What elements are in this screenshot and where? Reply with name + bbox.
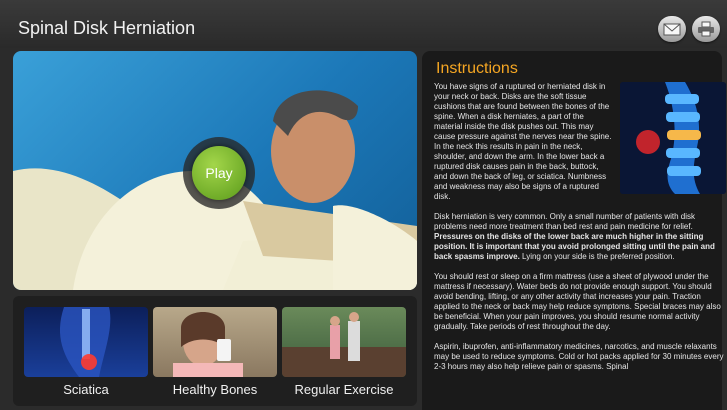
instructions-paragraph-4: Aspirin, ibuprofen, anti-inflammatory me… — [434, 342, 724, 371]
instructions-heading: Instructions — [436, 60, 518, 77]
mail-icon[interactable] — [658, 16, 686, 42]
instructions-panel: Instructions You have signs of a rupture… — [422, 51, 726, 410]
thumb-sciatica[interactable] — [24, 307, 148, 377]
instructions-paragraph-2-a: Disk herniation is very common. Only a s… — [434, 212, 695, 231]
instructions-paragraph-3: You should rest or sleep on a firm mattr… — [434, 272, 721, 331]
video-player[interactable]: Play — [13, 51, 417, 290]
play-icon: Play — [192, 146, 246, 200]
regular-exercise-image — [282, 312, 406, 377]
thumb-label-sciatica[interactable]: Sciatica — [24, 382, 148, 397]
header-bar: Spinal Disk Herniation — [0, 0, 727, 48]
related-videos: Sciatica Healthy Bones Regular Exercise — [13, 296, 417, 406]
print-icon[interactable] — [692, 16, 720, 42]
healthy-bones-image — [173, 312, 243, 377]
page-title: Spinal Disk Herniation — [18, 18, 196, 38]
thumb-label-healthy-bones[interactable]: Healthy Bones — [153, 382, 277, 397]
play-label: Play — [205, 165, 233, 181]
instructions-paragraph-2: Disk herniation is very common. Only a s… — [434, 212, 724, 262]
thumb-healthy-bones[interactable] — [153, 307, 277, 377]
thumb-regular-exercise[interactable] — [282, 307, 406, 377]
instructions-body: You have signs of a ruptured or herniate… — [434, 82, 726, 382]
thumb-label-regular-exercise[interactable]: Regular Exercise — [282, 382, 406, 397]
play-button[interactable]: Play — [183, 137, 255, 209]
sciatica-image — [59, 307, 111, 377]
spine-image — [620, 82, 726, 194]
instructions-paragraph-2-c: Lying on your side is the preferred posi… — [519, 252, 675, 261]
